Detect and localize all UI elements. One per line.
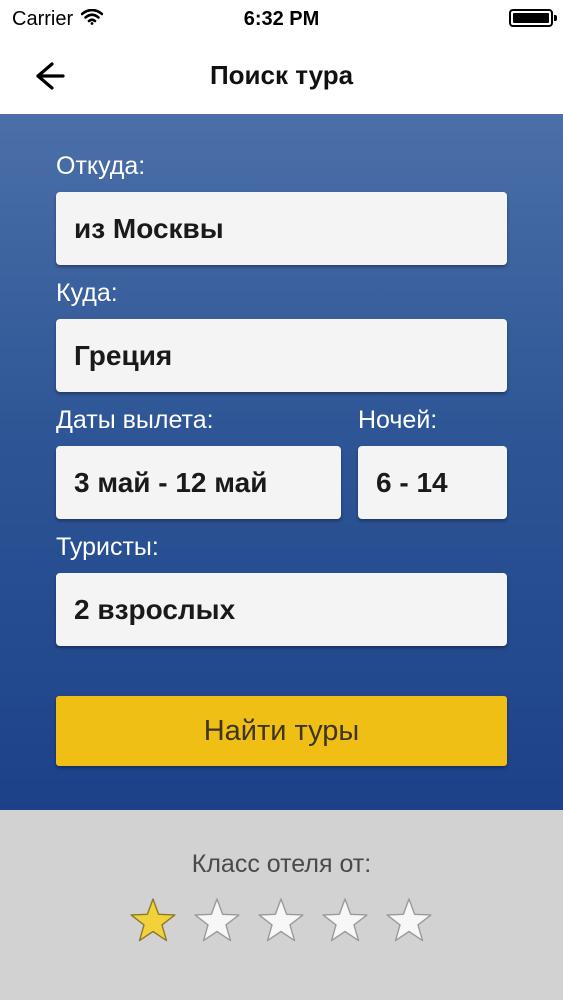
star-2-icon[interactable] bbox=[192, 896, 242, 946]
nights-label: Ночей: bbox=[358, 406, 438, 434]
star-rating bbox=[128, 896, 434, 946]
star-4-icon[interactable] bbox=[320, 896, 370, 946]
to-label: Куда: bbox=[56, 279, 118, 307]
tourists-field[interactable]: 2 взрослых bbox=[56, 573, 507, 646]
star-1-icon[interactable] bbox=[128, 896, 178, 946]
battery-icon bbox=[509, 9, 557, 27]
star-3-icon[interactable] bbox=[256, 896, 306, 946]
dates-field[interactable]: 3 май - 12 май bbox=[56, 446, 341, 519]
tourists-label: Туристы: bbox=[56, 533, 159, 561]
from-label: Откуда: bbox=[56, 152, 146, 180]
page-title: Поиск тура bbox=[209, 60, 354, 90]
to-field[interactable]: Греция bbox=[56, 319, 507, 392]
dates-label: Даты вылета: bbox=[56, 406, 214, 434]
nights-field[interactable]: 6 - 14 bbox=[358, 446, 507, 519]
search-tours-button[interactable]: Найти туры bbox=[56, 696, 507, 766]
status-right bbox=[509, 9, 557, 27]
nav-bar: Поиск тура bbox=[0, 40, 563, 114]
from-field[interactable]: из Москвы bbox=[56, 192, 507, 265]
star-5-icon[interactable] bbox=[384, 896, 434, 946]
status-bar: Carrier 6:32 PM bbox=[0, 0, 563, 40]
status-time: 6:32 PM bbox=[243, 8, 320, 30]
hotel-class-label: Класс отеля от: bbox=[191, 850, 372, 878]
hotel-class-panel: Класс отеля от: bbox=[0, 810, 563, 1000]
search-form: Откуда: из Москвы Куда: Греция Даты выле… bbox=[0, 114, 563, 810]
